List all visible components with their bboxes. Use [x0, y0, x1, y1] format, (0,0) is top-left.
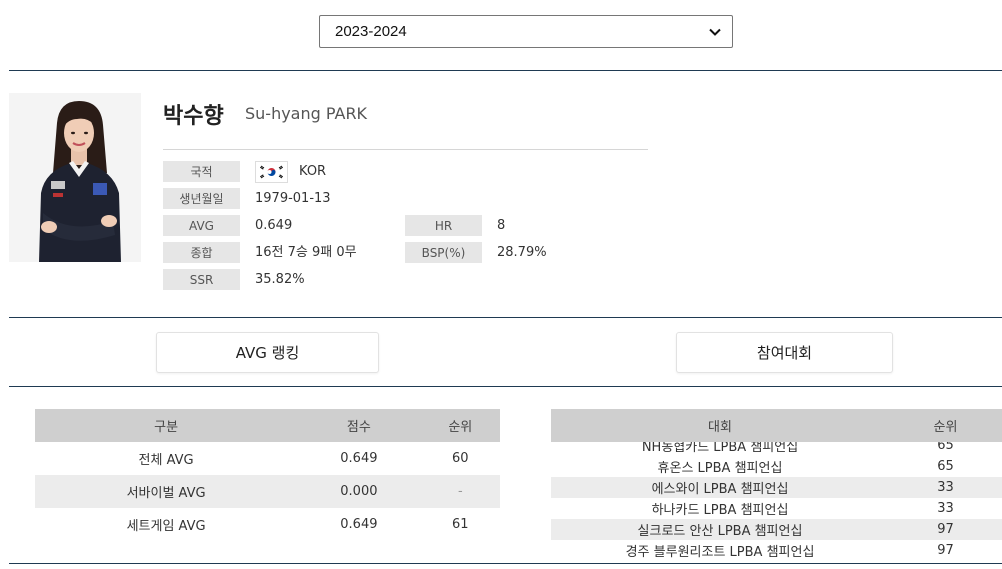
table-row: 세트게임 AVG 0.649 61 — [35, 508, 500, 541]
label-avg: AVG — [163, 215, 240, 236]
cell-tournament: 실크로드 안산 LPBA 챔피언십 — [637, 524, 803, 539]
divider-middle — [9, 317, 1002, 318]
label-hr: HR — [405, 215, 482, 236]
cell-score: 0.649 — [340, 451, 378, 466]
header-score: 점수 — [297, 409, 421, 442]
cell-tournament: 경주 블루원리조트 LPBA 챔피언십 — [625, 545, 815, 560]
korea-flag-icon — [255, 161, 288, 183]
value-birth: 1979-01-13 — [255, 191, 331, 206]
value-bsp: 28.79% — [497, 245, 547, 260]
season-select[interactable]: 2023-2024 — [319, 15, 733, 48]
cell-category: 전체 AVG — [138, 453, 194, 468]
cell-score: 0.649 — [340, 517, 378, 532]
label-total: 종합 — [163, 242, 240, 263]
value-avg: 0.649 — [255, 218, 293, 233]
player-name-english: Su-hyang PARK — [245, 104, 368, 123]
cell-category: 세트게임 AVG — [126, 519, 206, 534]
tab-avg-ranking[interactable]: AVG 랭킹 — [156, 332, 379, 373]
header-category: 구분 — [35, 409, 298, 442]
cell-score: 0.000 — [297, 475, 421, 508]
table-row: 실크로드 안산 LPBA 챔피언십 97 — [551, 519, 1002, 540]
table-row: 전체 AVG 0.649 60 — [35, 442, 500, 475]
table-row: 휴온스 LPBA 챔피언십 65 — [551, 456, 1002, 477]
cell-rank: 33 — [937, 501, 954, 516]
divider-top — [9, 70, 1002, 71]
cell-rank: 60 — [452, 451, 469, 466]
table-header-row: 대회 순위 — [551, 409, 1002, 442]
cell-rank: 33 — [937, 480, 954, 495]
cell-tournament: 에스와이 LPBA 챔피언십 — [651, 482, 789, 497]
label-bsp: BSP(%) — [405, 242, 482, 263]
cell-tournament: 하나카드 LPBA 챔피언십 — [651, 503, 789, 518]
label-ssr: SSR — [163, 269, 240, 290]
header-rank: 순위 — [420, 409, 500, 442]
avg-ranking-table: 구분 점수 순위 전체 AVG 0.649 60 서바이벌 AVG 0.000 … — [35, 409, 500, 541]
divider-bottom — [9, 563, 1002, 564]
value-total: 16전 7승 9패 0무 — [255, 245, 357, 260]
cell-rank: 97 — [937, 522, 954, 537]
header-tournament: 대회 — [708, 420, 732, 435]
header-rank: 순위 — [933, 420, 958, 435]
player-photo — [9, 93, 141, 262]
season-select-value: 2023-2024 — [335, 23, 407, 40]
table-row: 하나카드 LPBA 챔피언십 33 — [551, 498, 1002, 519]
label-birth: 생년월일 — [163, 188, 240, 209]
label-nationality: 국적 — [163, 161, 240, 182]
table-row: 서바이벌 AVG 0.000 - — [35, 475, 500, 508]
cell-rank: 65 — [937, 459, 954, 474]
divider-tabs — [9, 386, 1002, 387]
table-row: 에스와이 LPBA 챔피언십 33 — [551, 477, 1002, 498]
value-ssr: 35.82% — [255, 272, 305, 287]
name-divider — [163, 149, 648, 150]
value-nationality: KOR — [299, 164, 327, 179]
table-header-row: 구분 점수 순위 — [35, 409, 500, 442]
cell-rank: - — [420, 475, 500, 508]
table-row: 경주 블루원리조트 LPBA 챔피언십 97 — [551, 540, 1002, 561]
cell-tournament: 휴온스 LPBA 챔피언십 — [657, 461, 783, 476]
player-name-korean: 박수향 — [163, 104, 224, 129]
cell-rank: 97 — [937, 543, 954, 558]
cell-category: 서바이벌 AVG — [35, 475, 298, 508]
tournament-table[interactable]: 대회 순위 NH농협카드 LPBA 챔피언십 65 휴온스 LPBA 챔피언십 … — [551, 409, 1002, 561]
tab-tournaments[interactable]: 참여대회 — [676, 332, 893, 373]
chevron-down-icon — [709, 28, 721, 36]
cell-rank: 61 — [452, 517, 469, 532]
value-hr: 8 — [497, 218, 506, 233]
tournament-list: NH농협카드 LPBA 챔피언십 65 휴온스 LPBA 챔피언십 65 에스와… — [551, 435, 1002, 561]
